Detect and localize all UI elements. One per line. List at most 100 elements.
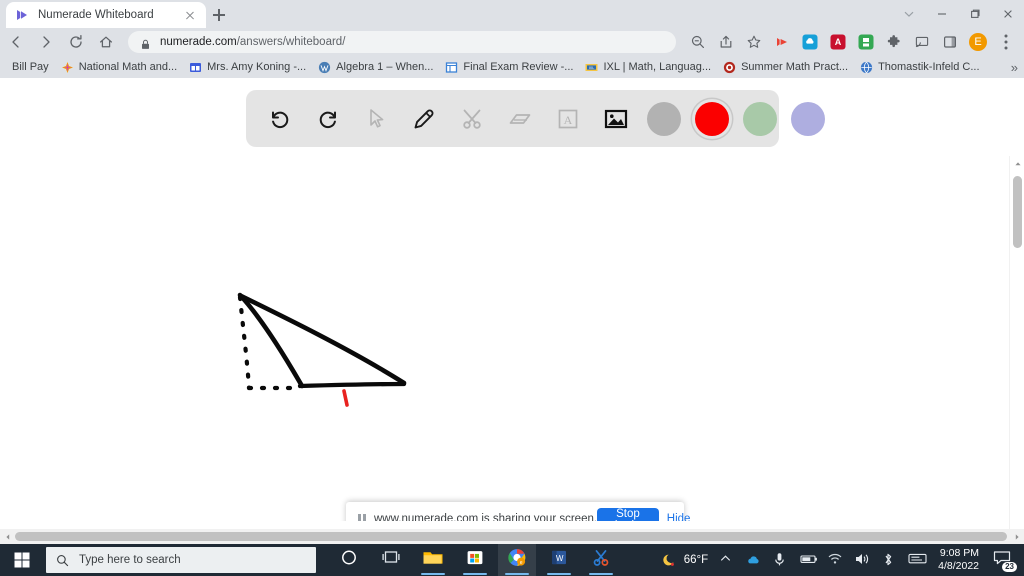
reload-icon[interactable] — [62, 28, 90, 56]
bookmark-item-final-exam-review[interactable]: Final Exam Review -... — [439, 57, 579, 77]
redo-icon[interactable] — [308, 99, 348, 139]
wifi-icon[interactable] — [822, 544, 848, 576]
app-open-underline — [547, 572, 571, 575]
bookmark-label: Thomastik-Infeld C... — [878, 61, 980, 73]
screen-share-bar: www.numerade.com is sharing your screen.… — [346, 502, 690, 521]
share-message: www.numerade.com is sharing your screen. — [374, 513, 598, 521]
taskbar-clock[interactable]: 9:08 PM 4/8/2022 — [930, 547, 987, 573]
extensions-puzzle-icon[interactable] — [882, 30, 906, 54]
taskbar-item-cortana-icon[interactable] — [330, 544, 368, 576]
taskbar-item-task-view-icon[interactable] — [372, 544, 410, 576]
cursor-select-icon[interactable] — [356, 99, 396, 139]
bookmark-item-bill-pay[interactable]: Bill Pay — [6, 57, 55, 77]
home-icon[interactable] — [92, 28, 120, 56]
back-arrow-icon[interactable] — [2, 28, 30, 56]
side-panel-icon[interactable] — [938, 30, 962, 54]
minimize-icon[interactable] — [925, 0, 958, 28]
vertical-scroll-thumb[interactable] — [1013, 176, 1022, 248]
image-icon[interactable] — [596, 99, 636, 139]
grid-icon — [189, 61, 202, 74]
horizontal-scrollbar[interactable] — [0, 529, 1024, 544]
taskbar-item-google-chrome-icon[interactable]: e — [498, 544, 536, 576]
target-icon — [723, 61, 736, 74]
search-placeholder: Type here to search — [79, 554, 181, 566]
color-swatch-green[interactable] — [740, 99, 780, 139]
microphone-icon[interactable] — [768, 544, 794, 576]
browser-chrome: Numerade Whiteboard numerade.com/answers… — [0, 0, 1024, 78]
color-swatch-purple[interactable] — [788, 99, 828, 139]
show-hidden-icons-chevron[interactable] — [714, 544, 740, 576]
bookmark-label: IXL | Math, Languag... — [603, 61, 712, 73]
start-button[interactable] — [0, 544, 44, 576]
tab-search-chevron-down-icon[interactable] — [892, 0, 925, 28]
forward-arrow-icon[interactable] — [32, 28, 60, 56]
pencil-icon[interactable] — [404, 99, 444, 139]
clock-date: 4/8/2022 — [938, 560, 979, 572]
close-window-icon[interactable] — [991, 0, 1024, 28]
scroll-left-caret-icon[interactable] — [0, 529, 15, 544]
windows-taskbar: Type here to search e W 66°F 9:08 PM 4/8… — [0, 544, 1024, 576]
url-text: numerade.com/answers/whiteboard/ — [160, 36, 345, 48]
bookmark-item-national-math[interactable]: National Math and... — [55, 57, 183, 77]
horizontal-scroll-thumb[interactable] — [15, 532, 1007, 541]
taskbar-item-file-explorer-icon[interactable] — [414, 544, 452, 576]
battery-icon[interactable] — [795, 544, 821, 576]
swatch-fill — [791, 101, 825, 136]
bookmark-item-summer-math[interactable]: Summer Math Pract... — [717, 57, 854, 77]
eraser-icon[interactable] — [500, 99, 540, 139]
bookmark-item-ixl[interactable]: IXL IXL | Math, Languag... — [579, 57, 717, 77]
save-extension-icon[interactable] — [854, 30, 878, 54]
bookmark-star-icon[interactable] — [742, 30, 766, 54]
numerade-play-icon — [14, 7, 30, 23]
hide-share-bar-button[interactable]: Hide — [659, 513, 699, 521]
browser-tab[interactable]: Numerade Whiteboard — [6, 2, 206, 28]
clock-time: 9:08 PM — [939, 547, 979, 559]
color-swatch-gray[interactable] — [644, 99, 684, 139]
bookmark-item-thomastik-infeld[interactable]: Thomastik-Infeld C... — [854, 57, 985, 77]
maximize-icon[interactable] — [958, 0, 991, 28]
chrome-menu-icon[interactable] — [994, 30, 1018, 54]
close-icon[interactable] — [182, 7, 198, 23]
onedrive-cloud-icon[interactable] — [741, 544, 767, 576]
notifications-button[interactable]: 23 — [988, 544, 1020, 576]
profile-avatar[interactable]: E — [966, 30, 990, 54]
swatch-fill — [743, 101, 777, 136]
bookmark-label: Final Exam Review -... — [463, 61, 574, 73]
color-swatch-red[interactable] — [692, 99, 732, 139]
bookmark-item-algebra-1[interactable]: Algebra 1 – When... — [312, 57, 439, 77]
share-icon[interactable] — [714, 30, 738, 54]
tab-strip: Numerade Whiteboard — [0, 0, 1024, 28]
undo-icon[interactable] — [260, 99, 300, 139]
notifications-icon: 23 — [993, 550, 1017, 572]
weather-widget[interactable]: 66°F — [657, 544, 713, 576]
stop-sharing-button[interactable]: Stop sharing — [597, 508, 659, 521]
scroll-right-caret-icon[interactable] — [1009, 529, 1024, 544]
bluetooth-pen-icon[interactable] — [876, 544, 902, 576]
url-domain: numerade.com — [160, 36, 237, 48]
zoom-out-icon[interactable] — [686, 30, 710, 54]
scroll-up-caret-icon[interactable] — [1010, 156, 1024, 171]
bookmark-label: Algebra 1 – When... — [336, 61, 434, 73]
taskbar-search-input[interactable]: Type here to search — [46, 547, 316, 573]
app-open-underline — [421, 572, 445, 575]
shapes-tools-icon[interactable] — [452, 99, 492, 139]
adobe-acrobat-icon[interactable]: A — [826, 30, 850, 54]
svg-text:A: A — [564, 113, 573, 127]
bookmarks-overflow-icon[interactable]: » — [1011, 60, 1018, 75]
app-open-underline — [505, 572, 529, 575]
temperature-label: 66°F — [683, 554, 709, 566]
numerade-extension-icon[interactable] — [770, 30, 794, 54]
taskbar-item-microsoft-word-icon[interactable]: W — [540, 544, 578, 576]
taskbar-item-microsoft-store-icon[interactable] — [456, 544, 494, 576]
cloud-extension-icon[interactable] — [798, 30, 822, 54]
vertical-scrollbar[interactable] — [1009, 156, 1024, 576]
bookmark-item-mrs-amy-koning[interactable]: Mrs. Amy Koning -... — [183, 57, 312, 77]
new-tab-button[interactable] — [208, 4, 230, 26]
text-box-icon[interactable]: A — [548, 99, 588, 139]
taskbar-item-snipping-tool-icon[interactable] — [582, 544, 620, 576]
whiteboard-canvas[interactable] — [0, 158, 1009, 521]
address-bar[interactable]: numerade.com/answers/whiteboard/ — [128, 31, 676, 53]
volume-icon[interactable] — [849, 544, 875, 576]
touch-keyboard-icon[interactable] — [903, 544, 929, 576]
cast-icon[interactable] — [910, 30, 934, 54]
